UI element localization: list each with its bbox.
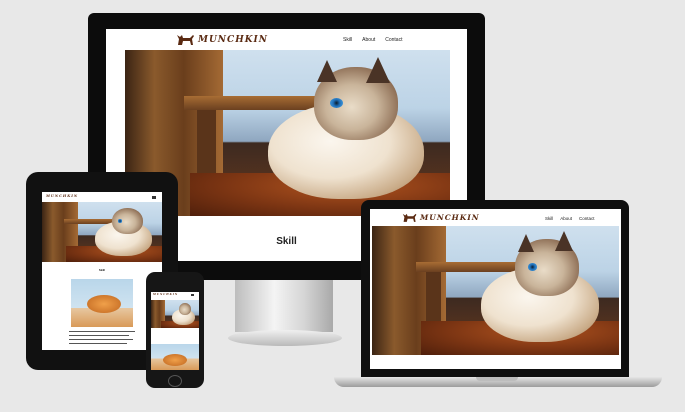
- nav-about[interactable]: About: [362, 37, 375, 43]
- hero-cat-photo-phone: [151, 300, 199, 328]
- macbook-notch: [476, 377, 518, 381]
- nav-about[interactable]: About: [560, 216, 572, 221]
- nav-contact[interactable]: Contact: [385, 37, 402, 43]
- skill-cat-photo-phone: [151, 344, 199, 370]
- navbar-tablet: MUNCHKIN: [42, 192, 162, 202]
- nav-skill[interactable]: Skill: [343, 37, 352, 43]
- site-logo-laptop[interactable]: MUNCHKIN: [402, 212, 480, 223]
- logo-text: MUNCHKIN: [46, 194, 79, 198]
- nav-skill[interactable]: Skill: [545, 216, 553, 221]
- navbar-phone: MUNCHKIN: [151, 292, 199, 299]
- logo-text: MUNCHKIN: [420, 213, 480, 222]
- nav-contact[interactable]: Contact: [579, 216, 595, 221]
- macbook-screen: MUNCHKIN Skill About Contact: [370, 209, 621, 369]
- imac-stand-base: [228, 330, 342, 346]
- imac-stand: [235, 280, 333, 332]
- hamburger-menu-icon[interactable]: [191, 294, 194, 296]
- cat-silhouette-icon: [177, 35, 194, 45]
- navbar-laptop: MUNCHKIN Skill About Contact: [370, 209, 621, 226]
- home-button: [168, 375, 182, 387]
- hero-cat-photo-laptop: [372, 226, 619, 355]
- logo-text: MUNCHKIN: [153, 293, 179, 296]
- navbar: MUNCHKIN Skill About Contact: [106, 29, 467, 49]
- site-logo-tablet[interactable]: MUNCHKIN: [46, 194, 78, 198]
- site-logo-phone[interactable]: MUNCHKIN: [153, 293, 178, 296]
- nav-links: Skill About Contact: [343, 37, 402, 43]
- hamburger-menu-icon[interactable]: [152, 196, 156, 199]
- hero-cat-photo-tablet: [42, 202, 162, 262]
- skill-cat-photo-tablet: [71, 279, 133, 327]
- logo-text: MUNCHKIN: [198, 34, 268, 45]
- section-title-tablet: Skill: [98, 268, 106, 272]
- cat-silhouette-icon: [402, 213, 417, 222]
- ipad-screen: MUNCHKIN Skill: [42, 192, 162, 350]
- nav-links-laptop: Skill About Contact: [545, 216, 595, 221]
- iphone-screen: MUNCHKIN: [151, 292, 199, 370]
- site-logo[interactable]: MUNCHKIN: [176, 33, 268, 46]
